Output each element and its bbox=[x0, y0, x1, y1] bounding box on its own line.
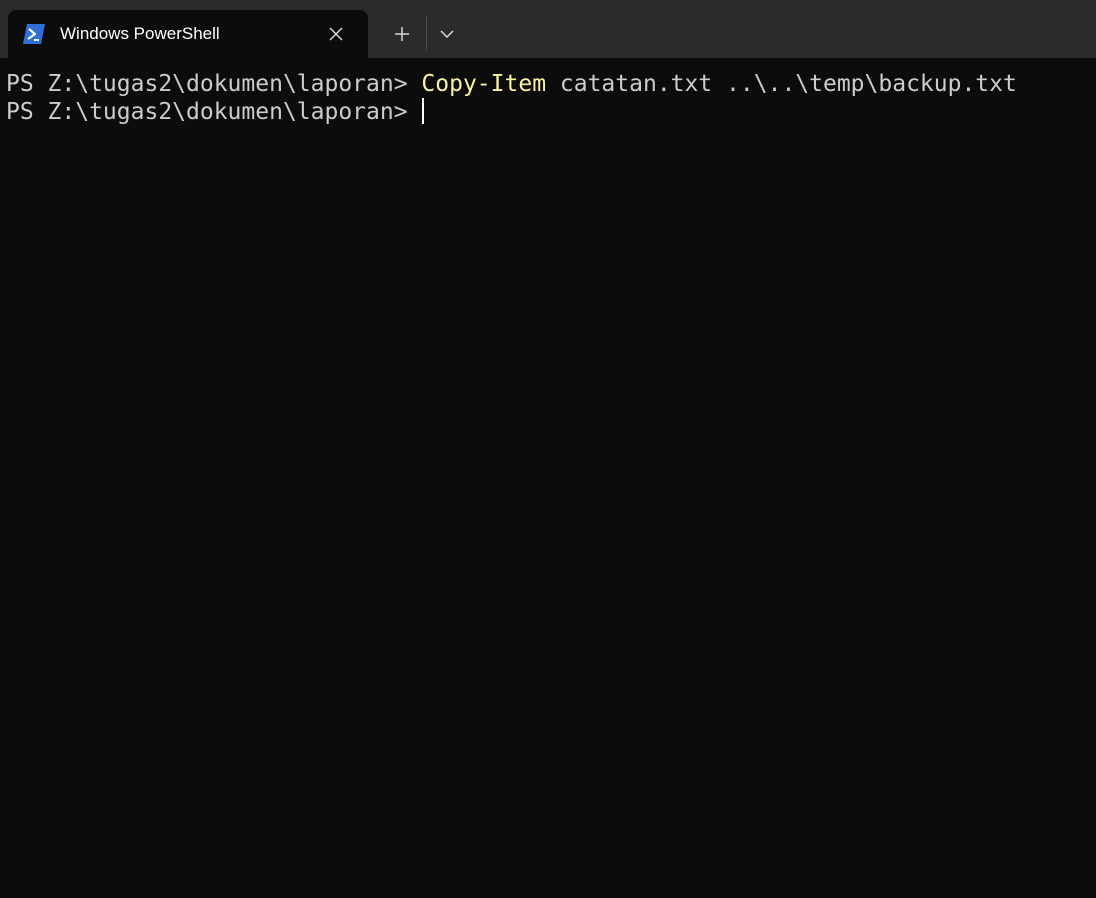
terminal-output[interactable]: PS Z:\tugas2\dokumen\laporan> Copy-Item … bbox=[0, 58, 1096, 898]
powershell-icon bbox=[22, 23, 46, 45]
profile-dropdown-button[interactable] bbox=[433, 18, 461, 50]
text-cursor bbox=[422, 98, 425, 124]
tab-title: Windows PowerShell bbox=[60, 24, 220, 43]
chevron-down-icon bbox=[440, 30, 454, 38]
terminal-line: PS Z:\tugas2\dokumen\laporan> Copy-Item … bbox=[6, 70, 1017, 98]
command-name: Copy-Item bbox=[421, 71, 547, 97]
close-icon[interactable] bbox=[324, 22, 348, 46]
new-tab-button[interactable] bbox=[386, 18, 418, 50]
terminal-line: PS Z:\tugas2\dokumen\laporan> bbox=[6, 98, 425, 126]
prompt: PS Z:\tugas2\dokumen\laporan> bbox=[6, 71, 422, 97]
terminal-window: Windows PowerShell PS Z:\tugas2\dokumen\… bbox=[0, 0, 1096, 898]
tab-divider bbox=[426, 16, 427, 50]
title-bar: Windows PowerShell bbox=[0, 0, 1096, 58]
tab-windows-powershell[interactable]: Windows PowerShell bbox=[8, 10, 368, 58]
plus-icon bbox=[395, 27, 409, 41]
command-args: catatan.txt ..\..\temp\backup.txt bbox=[546, 71, 1017, 97]
prompt: PS Z:\tugas2\dokumen\laporan> bbox=[6, 99, 422, 125]
